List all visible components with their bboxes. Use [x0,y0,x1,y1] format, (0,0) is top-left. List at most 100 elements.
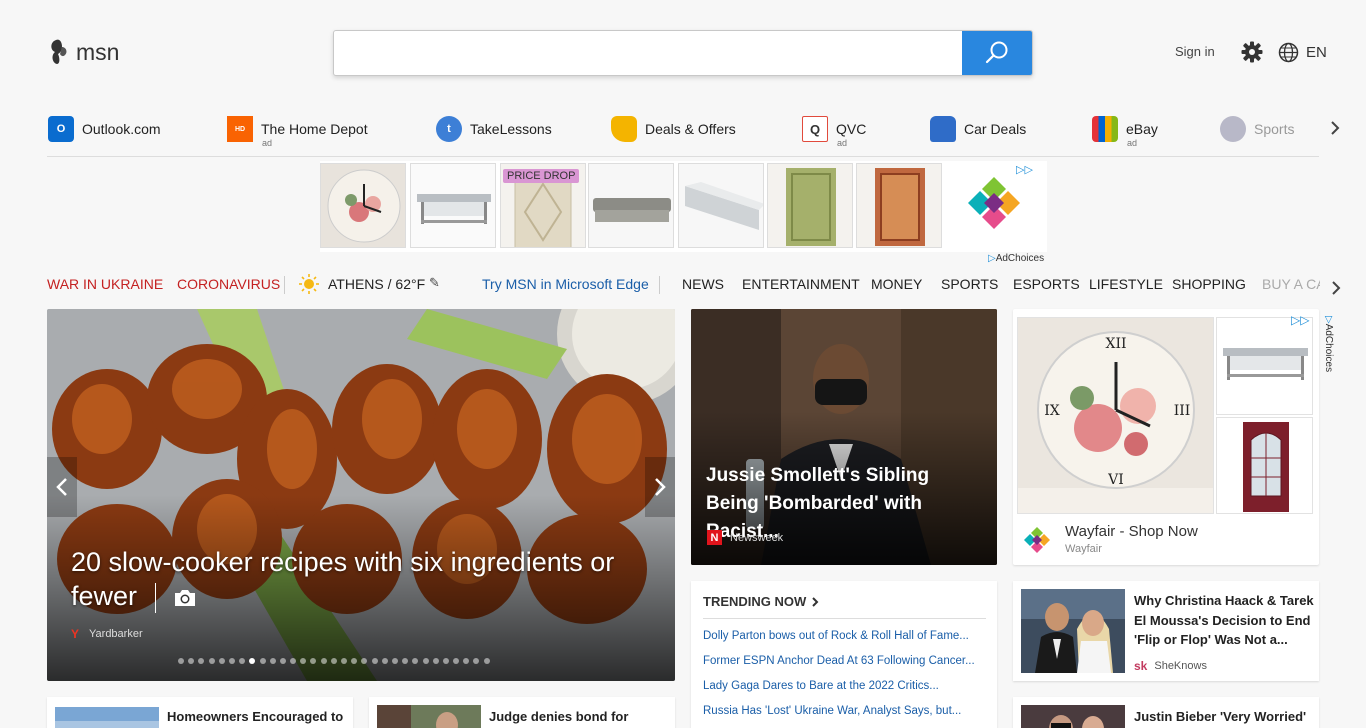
try-edge-link[interactable]: Try MSN in Microsoft Edge [482,276,649,292]
ad-product-rug-green[interactable] [767,163,853,248]
carousel-dots[interactable] [178,658,494,664]
carousel-dot[interactable] [320,658,327,664]
wayfair-logo[interactable] [966,175,1022,236]
carousel-dot[interactable] [269,658,276,664]
quicklink-home-depot[interactable]: HD The Home Depot ad [227,116,368,148]
hero-next-button[interactable] [645,457,675,517]
carousel-dot[interactable] [178,658,184,664]
trending-link[interactable]: Russia Has 'Lost' Ukraine War, Analyst S… [703,699,983,724]
carousel-dot[interactable] [483,658,490,664]
carousel-dot[interactable] [218,658,225,664]
carousel-dot[interactable] [391,658,398,664]
settings-button[interactable] [1241,41,1263,68]
nav-money[interactable]: Money [871,276,922,292]
nav-next-button[interactable] [1330,280,1342,301]
tag-icon [611,116,637,142]
quicklink-deals[interactable]: Deals & Offers [611,116,736,142]
weather-label: Athens / 62°F [328,276,426,292]
carousel-dot[interactable] [341,658,347,664]
ad-product-rug-red[interactable] [856,163,942,248]
hero-carousel[interactable]: 20 slow-cooker recipes with six ingredie… [47,309,675,681]
carousel-dot[interactable] [188,658,195,664]
msn-logo[interactable]: msn [48,38,119,66]
sign-in-link[interactable]: Sign in [1175,44,1215,59]
ad-product-door[interactable] [1216,417,1313,514]
search-button[interactable] [962,31,1032,75]
carousel-dot[interactable] [412,658,419,664]
carousel-dot[interactable] [300,658,307,664]
ad-choices-icon[interactable]: ▷▷ [1016,163,1033,176]
chevron-right-icon [1331,121,1340,135]
story-card[interactable]: Why Christina Haack & Tarek El Moussa's … [1013,581,1319,681]
ad-product-table[interactable] [1216,317,1313,415]
carousel-dot[interactable] [310,658,317,664]
nav-coronavirus[interactable]: Coronavirus [177,276,280,292]
ad-product-sofa[interactable] [588,163,674,248]
nav-war-in-ukraine[interactable]: War in Ukraine [47,276,163,292]
nav-buy-a-car[interactable]: Buy a ca [1262,276,1320,292]
quicklink-outlook[interactable]: O Outlook.com [48,116,161,142]
hero-source: Y Yardbarker [71,627,143,641]
divider [284,276,285,294]
carousel-dot[interactable] [279,658,286,664]
carousel-dot[interactable] [208,658,215,664]
nav-esports[interactable]: Esports [1013,276,1080,292]
carousel-dot[interactable] [330,658,337,664]
trending-link[interactable]: Dolly Parton bows out of Rock & Roll Hal… [703,624,983,649]
ad-product-shelf[interactable] [678,163,764,248]
adchoices-link[interactable]: ▷AdChoices [988,253,1044,264]
trending-header[interactable]: TRENDING NOW [703,594,819,609]
adchoices-vertical-link[interactable]: ▷AdChoices [1322,316,1336,386]
quicklink-ebay[interactable]: eBay ad [1092,116,1158,148]
carousel-dot[interactable] [402,658,409,664]
ad-label: ad [837,138,848,148]
nav-shopping[interactable]: Shopping [1172,276,1246,292]
ad-choices-icon[interactable]: ▷▷ [1291,313,1309,327]
quicklink-takelessons[interactable]: t TakeLessons [436,116,552,142]
story-card[interactable]: Judge denies bond for [369,697,675,728]
carousel-dot[interactable] [239,658,246,664]
carousel-dot[interactable] [442,658,449,664]
ad-product-clock[interactable] [320,163,406,248]
carousel-dot[interactable] [259,658,266,664]
carousel-dot[interactable] [249,658,256,664]
hero-headline[interactable]: 20 slow-cooker recipes with six ingredie… [71,545,661,613]
pencil-icon[interactable]: ✎ [429,275,440,291]
quicklinks-next-button[interactable] [1328,119,1342,142]
story-card[interactable]: Jussie Smollett's Sibling Being 'Bombard… [691,309,997,565]
nav-lifestyle[interactable]: Lifestyle [1089,276,1163,292]
carousel-dot[interactable] [463,658,470,664]
ad-product-clock[interactable]: XII VI IX III [1017,317,1214,514]
nav-sports[interactable]: Sports [941,276,998,292]
wayfair-ad-card[interactable]: XII VI IX III ▷▷ Wayfair - Shop Now Wayf… [1013,309,1319,565]
nav-entertainment[interactable]: Entertainment [742,276,860,292]
carousel-dot[interactable] [381,658,388,664]
trending-link[interactable]: Lady Gaga Dares to Bare at the 2022 Crit… [703,674,983,699]
ad-banner[interactable]: PRICE DROP ▷▷ [320,161,1047,252]
carousel-dot[interactable] [228,658,235,664]
story-card[interactable]: Justin Bieber 'Very Worried' [1013,697,1319,728]
carousel-dot[interactable] [198,658,205,664]
ad-product-table[interactable] [410,163,496,248]
carousel-dot[interactable] [361,658,368,664]
carousel-dot[interactable] [453,658,460,664]
carousel-dot[interactable] [290,658,297,664]
language-selector[interactable]: EN [1278,42,1327,63]
nav-news[interactable]: News [682,276,724,292]
carousel-dot[interactable] [351,658,358,664]
story-card[interactable]: Homeowners Encouraged to [47,697,353,728]
carousel-dot[interactable] [432,658,439,664]
story-title: Judge denies bond for [489,709,629,724]
search-input[interactable] [334,31,962,75]
quicklink-car-deals[interactable]: Car Deals [930,116,1026,142]
quicklink-qvc[interactable]: Q QVC ad [802,116,866,148]
carousel-dot[interactable] [371,658,378,664]
ad-product-rug-cream[interactable]: PRICE DROP [500,163,586,248]
quicklink-sports[interactable]: Sports [1220,116,1294,142]
story-title: Why Christina Haack & Tarek El Moussa's … [1134,593,1314,647]
trending-link[interactable]: Former ESPN Anchor Dead At 63 Following … [703,649,983,674]
hero-prev-button[interactable] [47,457,77,517]
quicklink-label: eBay [1126,121,1158,137]
carousel-dot[interactable] [473,658,480,664]
carousel-dot[interactable] [422,658,429,664]
